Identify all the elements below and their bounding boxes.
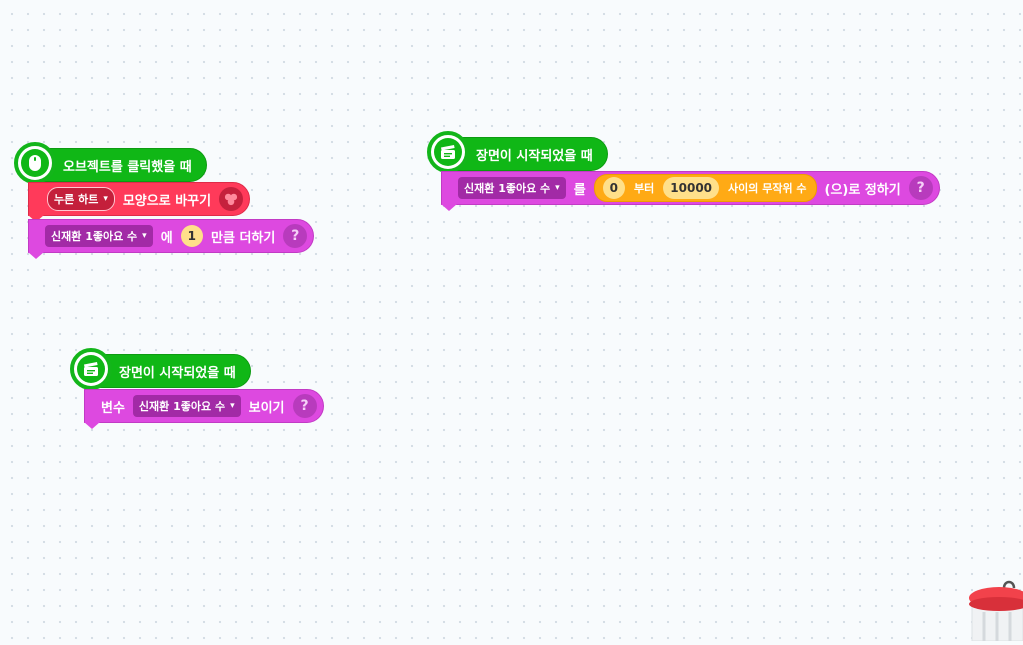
chevron-down-icon: ▾ xyxy=(103,194,108,204)
random-from-input[interactable]: 0 xyxy=(602,177,626,199)
add-var-label-1: 에 xyxy=(160,230,173,246)
shape-icon[interactable] xyxy=(219,187,244,211)
show-variable-block[interactable]: 변수 신재환 1좋아요 수 ▾ 보이기 ? xyxy=(84,389,324,429)
variable-dropdown-value: 신재환 1좋아요 수 xyxy=(138,400,226,413)
variable-dropdown-value: 신재환 1좋아요 수 xyxy=(51,230,138,243)
change-shape-label: 모양으로 바꾸기 xyxy=(122,193,212,209)
variable-dropdown[interactable]: 신재환 1좋아요 수 ▾ xyxy=(45,225,153,247)
when-scene-starts-block[interactable]: 장면이 시작되었을 때 xyxy=(70,348,251,390)
hat-icon-circle xyxy=(14,142,56,184)
random-number-block[interactable]: 0 부터 10000 사이의 무작위 수 xyxy=(593,174,817,202)
shape-dropdown-value: 누른 하트 xyxy=(54,193,99,206)
trash-can-icon[interactable] xyxy=(968,578,1023,642)
clapperboard-icon xyxy=(84,362,98,376)
when-scene-starts-block[interactable]: 장면이 시작되었을 때 xyxy=(427,131,608,173)
help-icon[interactable]: ? xyxy=(283,224,308,248)
when-object-clicked-block[interactable]: 오브젝트를 클릭했을 때 xyxy=(14,142,207,184)
variable-dropdown-value: 신재환 1좋아요 수 xyxy=(464,182,551,195)
shape-dropdown[interactable]: 누른 하트 ▾ xyxy=(47,187,115,211)
help-icon[interactable]: ? xyxy=(908,176,933,200)
add-amount-input[interactable]: 1 xyxy=(180,225,204,247)
chevron-down-icon: ▾ xyxy=(230,401,235,411)
set-var-label-1: 를 xyxy=(573,182,586,198)
mouse-icon xyxy=(29,155,41,171)
random-to-label: 사이의 무작위 수 xyxy=(728,182,807,195)
add-to-variable-block[interactable]: 신재환 1좋아요 수 ▾ 에 1 만큼 더하기 ? xyxy=(28,219,315,259)
hat-label: 장면이 시작되었을 때 xyxy=(476,148,593,164)
add-var-label-2: 만큼 더하기 xyxy=(211,230,276,246)
clapperboard-icon xyxy=(441,145,455,159)
help-icon[interactable]: ? xyxy=(292,394,317,418)
variable-dropdown[interactable]: 신재환 1좋아요 수 ▾ xyxy=(132,395,241,417)
hat-label: 오브젝트를 클릭했을 때 xyxy=(63,159,192,175)
chevron-down-icon: ▾ xyxy=(142,231,147,241)
hat-icon-circle xyxy=(427,131,469,173)
show-var-label-2: 보이기 xyxy=(248,400,285,416)
change-shape-block[interactable]: 누른 하트 ▾ 모양으로 바꾸기 xyxy=(28,182,251,222)
variable-dropdown[interactable]: 신재환 1좋아요 수 ▾ xyxy=(458,177,566,199)
random-to-input[interactable]: 10000 xyxy=(663,177,720,199)
random-from-label: 부터 xyxy=(634,182,655,195)
chevron-down-icon: ▾ xyxy=(555,183,560,193)
show-var-label-1: 변수 xyxy=(101,400,125,416)
hat-icon-circle xyxy=(70,348,112,390)
set-variable-block[interactable]: 신재환 1좋아요 수 ▾ 를 0 부터 10000 사이의 무작위 수 (으)로… xyxy=(441,171,940,211)
hat-label: 장면이 시작되었을 때 xyxy=(119,365,236,381)
set-var-label-2: (으)로 정하기 xyxy=(824,182,901,198)
